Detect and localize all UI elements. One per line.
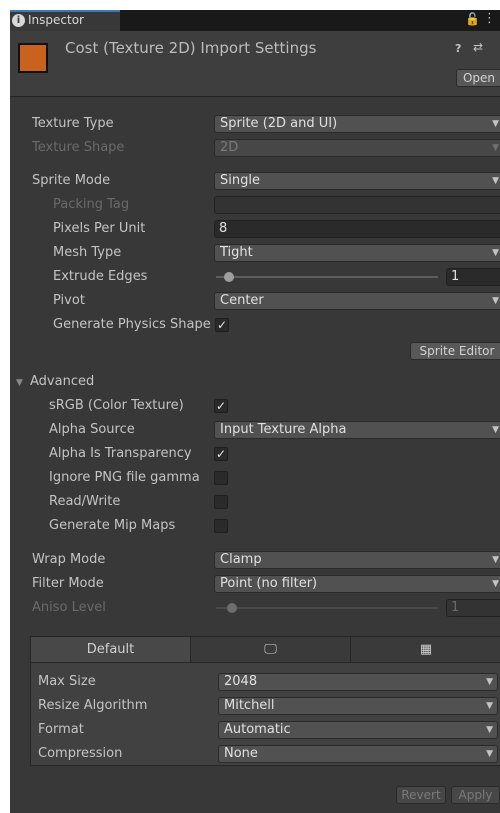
inspector-window: i Inspector 🔓 ⋮ Cost (Texture 2D) Import… <box>10 10 500 813</box>
sprite-editor-button[interactable]: Sprite Editor <box>410 342 500 360</box>
max-size-value: 2048 <box>224 674 258 689</box>
ignore-png-gamma-checkbox[interactable] <box>214 471 228 485</box>
compression-label: Compression <box>38 746 123 761</box>
packing-tag-input <box>214 196 500 214</box>
texture-type-dropdown[interactable]: Sprite (2D and UI) ▼ <box>214 115 500 133</box>
texture-type-value: Sprite (2D and UI) <box>220 116 338 131</box>
lock-icon[interactable]: 🔓 <box>465 12 480 26</box>
wrap-mode-label: Wrap Mode <box>32 552 106 567</box>
kebab-menu-icon[interactable]: ⋮ <box>483 11 496 26</box>
chevron-down-icon: ▼ <box>486 677 493 687</box>
chevron-down-icon: ▼ <box>492 176 499 186</box>
pivot-dropdown[interactable]: Center ▼ <box>214 292 500 310</box>
read-write-checkbox[interactable] <box>214 495 228 509</box>
help-icon[interactable]: ? <box>455 42 461 55</box>
compression-dropdown[interactable]: None ▼ <box>218 745 498 763</box>
tab-inspector[interactable]: i Inspector <box>10 10 120 31</box>
read-write-label: Read/Write <box>49 494 121 509</box>
preset-icon[interactable]: ⇄ <box>473 40 483 54</box>
aniso-level-slider-handle <box>227 603 237 613</box>
advanced-foldout-label[interactable]: Advanced <box>30 374 94 389</box>
wrap-mode-value: Clamp <box>220 552 262 567</box>
extrude-edges-slider-handle[interactable] <box>224 272 234 282</box>
mesh-type-label: Mesh Type <box>53 245 122 260</box>
generate-physics-shape-checkbox[interactable]: ✓ <box>215 318 229 332</box>
pixels-per-unit-input[interactable]: 8 <box>214 220 500 238</box>
format-value: Automatic <box>224 722 291 737</box>
tab-bar: i Inspector 🔓 ⋮ <box>10 10 500 31</box>
extrude-edges-input[interactable]: 1 <box>446 268 500 286</box>
chevron-down-icon: ▼ <box>492 248 499 258</box>
pivot-label: Pivot <box>53 293 85 308</box>
sprite-mode-value: Single <box>220 173 260 188</box>
format-label: Format <box>38 722 84 737</box>
chip-icon: ▦ <box>419 642 433 657</box>
generate-physics-shape-label: Generate Physics Shape <box>53 317 211 332</box>
monitor-icon: 🖵 <box>264 642 277 657</box>
pivot-value: Center <box>220 293 264 308</box>
resize-algorithm-dropdown[interactable]: Mitchell ▼ <box>218 697 498 715</box>
resize-algorithm-label: Resize Algorithm <box>38 698 148 713</box>
mesh-type-dropdown[interactable]: Tight ▼ <box>214 244 500 262</box>
texture-type-label: Texture Type <box>32 116 114 131</box>
format-dropdown[interactable]: Automatic ▼ <box>218 721 498 739</box>
resize-algorithm-value: Mitchell <box>224 698 275 713</box>
generate-mip-maps-label: Generate Mip Maps <box>49 518 176 533</box>
foldout-arrow-icon[interactable]: ▼ <box>16 378 23 388</box>
texture-shape-value: 2D <box>220 140 239 155</box>
texture-shape-label: Texture Shape <box>32 140 125 155</box>
alpha-source-value: Input Texture Alpha <box>220 422 347 437</box>
asset-header: Cost (Texture 2D) Import Settings ? ⇄ Op… <box>10 31 500 97</box>
tab-standalone[interactable]: 🖵 <box>190 637 350 662</box>
chevron-down-icon: ▼ <box>492 579 499 589</box>
open-button[interactable]: Open <box>456 69 500 87</box>
srgb-checkbox[interactable]: ✓ <box>214 399 228 413</box>
info-icon: i <box>12 14 25 27</box>
tab-default-label: Default <box>86 642 135 657</box>
chevron-down-icon: ▼ <box>492 555 499 565</box>
max-size-dropdown[interactable]: 2048 ▼ <box>218 673 498 691</box>
chevron-down-icon: ▼ <box>486 725 493 735</box>
chevron-down-icon: ▼ <box>492 425 499 435</box>
chevron-down-icon: ▼ <box>492 143 499 153</box>
chevron-down-icon: ▼ <box>486 749 493 759</box>
chevron-down-icon: ▼ <box>492 296 499 306</box>
sprite-mode-label: Sprite Mode <box>32 173 111 188</box>
max-size-label: Max Size <box>38 674 96 689</box>
platform-settings-panel: Default 🖵 ▦ Max Size 2048 ▼ Resize Algor… <box>30 636 500 766</box>
tab-default[interactable]: Default <box>31 637 190 662</box>
texture-thumbnail <box>18 43 48 73</box>
alpha-is-transparency-checkbox[interactable]: ✓ <box>214 447 228 461</box>
ignore-png-gamma-label: Ignore PNG file gamma <box>49 470 200 485</box>
extrude-edges-label: Extrude Edges <box>53 269 148 284</box>
chevron-down-icon: ▼ <box>492 119 499 129</box>
tab-webgl[interactable]: ▦ <box>350 637 500 662</box>
chevron-down-icon: ▼ <box>486 701 493 711</box>
wrap-mode-dropdown[interactable]: Clamp ▼ <box>214 551 500 569</box>
pixels-per-unit-label: Pixels Per Unit <box>53 221 146 236</box>
alpha-source-dropdown[interactable]: Input Texture Alpha ▼ <box>214 421 500 439</box>
aniso-level-slider-track <box>216 607 438 609</box>
texture-shape-dropdown: 2D ▼ <box>214 139 500 157</box>
revert-button[interactable]: Revert <box>396 786 446 804</box>
generate-mip-maps-checkbox[interactable] <box>214 519 228 533</box>
tab-inspector-label: Inspector <box>28 13 84 27</box>
aniso-level-label: Aniso Level <box>32 600 106 615</box>
platform-tab-bar: Default 🖵 ▦ <box>31 637 500 663</box>
filter-mode-label: Filter Mode <box>32 576 104 591</box>
apply-button[interactable]: Apply <box>451 786 500 804</box>
filter-mode-dropdown[interactable]: Point (no filter) ▼ <box>214 575 500 593</box>
srgb-label: sRGB (Color Texture) <box>49 398 184 413</box>
sprite-mode-dropdown[interactable]: Single ▼ <box>214 172 500 190</box>
packing-tag-label: Packing Tag <box>53 197 130 212</box>
filter-mode-value: Point (no filter) <box>220 576 318 591</box>
extrude-edges-slider-track[interactable] <box>216 276 438 278</box>
alpha-is-transparency-label: Alpha Is Transparency <box>49 446 192 461</box>
alpha-source-label: Alpha Source <box>49 422 135 437</box>
compression-value: None <box>224 746 258 761</box>
aniso-level-input: 1 <box>446 599 500 617</box>
mesh-type-value: Tight <box>220 245 253 260</box>
page-title: Cost (Texture 2D) Import Settings <box>65 39 317 57</box>
